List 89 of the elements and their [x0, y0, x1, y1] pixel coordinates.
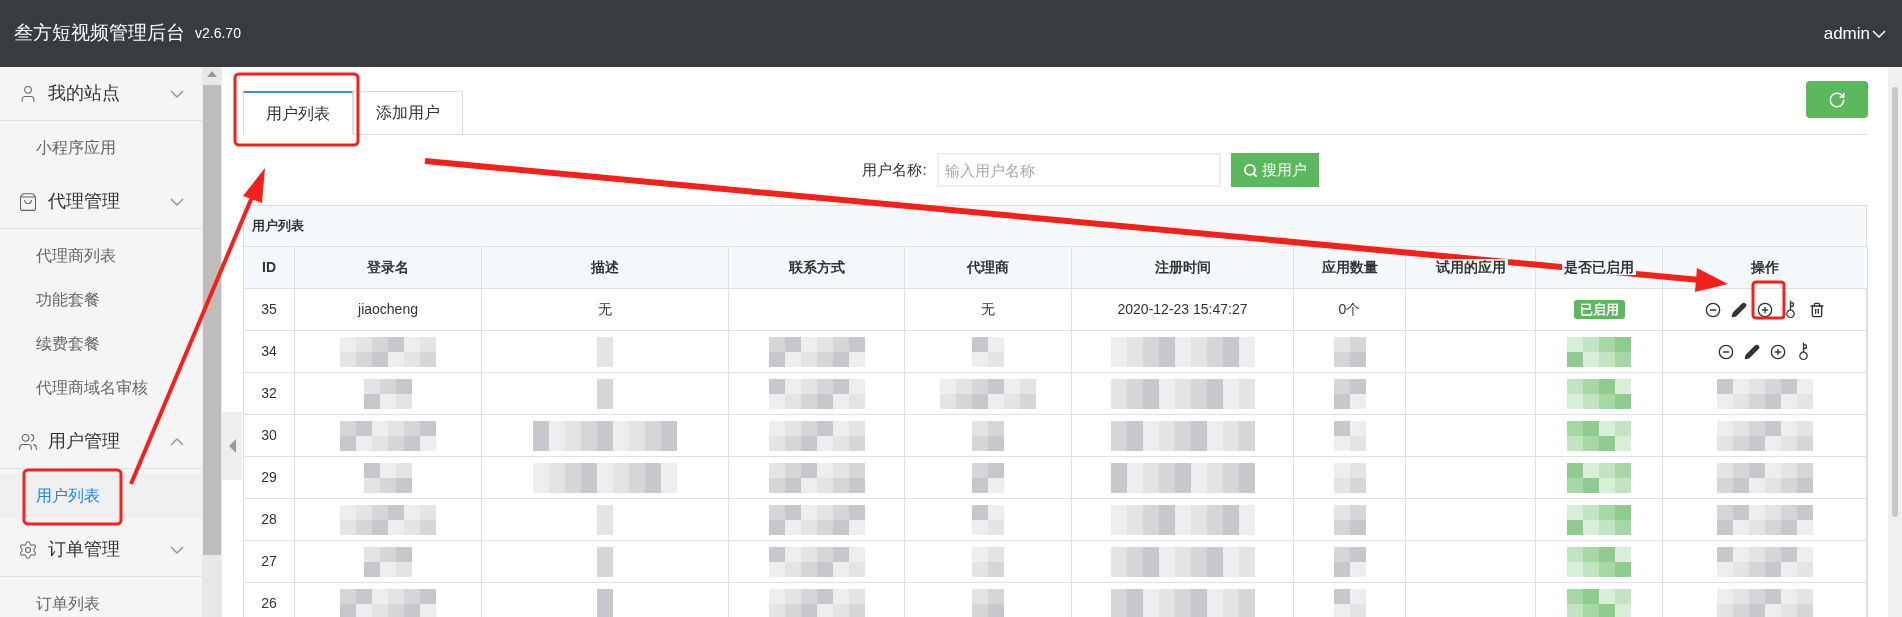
plus-circle-icon[interactable] [1770, 343, 1786, 360]
pixelated-text [597, 378, 613, 409]
column-header: 操作 [1749, 259, 1781, 275]
table-cell: 28 [243, 498, 295, 541]
pixelated-text [597, 546, 613, 577]
pencil-icon[interactable] [1731, 301, 1747, 318]
chevron-down-icon [1872, 29, 1886, 38]
column-header: 注册时间 [1152, 259, 1213, 275]
search-label: 用户名称: [862, 159, 927, 180]
search-icon [1242, 162, 1258, 178]
column-header: ID [260, 259, 278, 275]
tab[interactable]: 添加用户 [353, 91, 463, 135]
pixelated-text [1333, 462, 1366, 493]
pixelated-text [1567, 420, 1631, 451]
table-cell: 无 [904, 288, 1072, 331]
sidebar-item[interactable]: 小程序应用 [0, 126, 202, 170]
pixelated-text [1567, 504, 1631, 535]
column-header: 应用数量 [1319, 259, 1380, 275]
pixelated-text [1333, 420, 1366, 451]
table-cell: 29 [243, 456, 295, 499]
table-cell: 30 [243, 414, 295, 457]
pixelated-text [972, 504, 1004, 535]
minus-circle-icon[interactable] [1718, 343, 1734, 360]
table-cell: 0个 [1293, 288, 1406, 331]
pixelated-text [1567, 588, 1631, 617]
trash-icon[interactable] [1809, 301, 1825, 318]
table-cell: 32 [243, 372, 295, 415]
pixelated-text [1567, 462, 1631, 493]
group-label: 用户管理 [48, 430, 120, 453]
group-label: 代理管理 [48, 190, 120, 213]
pixelated-text [972, 336, 1004, 367]
group-icon [18, 539, 38, 560]
pixelated-text [1333, 504, 1366, 535]
pixelated-text [597, 588, 613, 617]
pixelated-text [597, 504, 613, 535]
panel-title: 用户列表 [244, 206, 1866, 246]
table-cell: 35 [243, 288, 295, 331]
sidebar-item[interactable]: 代理商列表 [0, 234, 202, 278]
pixelated-text [364, 378, 412, 409]
pixelated-text [1567, 378, 1631, 409]
group-icon [18, 431, 38, 452]
table-cell: 34 [243, 330, 295, 373]
refresh-icon [1828, 90, 1846, 109]
column-header: 联系方式 [786, 259, 847, 275]
pixelated-text [972, 420, 1004, 451]
pixelated-text [1333, 546, 1366, 577]
sidebar-item[interactable]: 订单列表 [0, 582, 202, 617]
pencil-icon[interactable] [1744, 343, 1760, 360]
annotation-box [1751, 280, 1786, 320]
pixelated-text [1567, 546, 1631, 577]
tab[interactable]: 用户列表 [243, 91, 353, 135]
column-header: 代理商 [965, 259, 1011, 275]
group-icon [18, 191, 38, 212]
table-cell: 2020-12-23 15:47:27 [1071, 288, 1294, 331]
user-menu[interactable]: admin [1823, 20, 1886, 47]
group-label: 订单管理 [48, 538, 120, 561]
sidebar-item[interactable]: 代理商域名审核 [0, 366, 202, 410]
pixelated-text [597, 336, 613, 367]
pixelated-text [972, 462, 1004, 493]
pixelated-text [364, 546, 412, 577]
column-header: 试用的应用 [1433, 259, 1508, 275]
pixelated-text [972, 546, 1004, 577]
chevron-down-icon [170, 89, 184, 98]
pixelated-text [1333, 378, 1366, 409]
pixelated-text [1567, 336, 1631, 367]
column-header: 描述 [589, 259, 621, 275]
collapse-handle[interactable] [222, 412, 242, 480]
table-cell: 27 [243, 540, 295, 583]
status-badge: 已启用 [1573, 300, 1625, 319]
pixelated-text [364, 462, 412, 493]
pixelated-text [972, 588, 1004, 617]
column-header: 是否已启用 [1562, 259, 1636, 275]
app-title: 叁方短视频管理后台 [14, 21, 185, 46]
plus-circle-icon[interactable] [1757, 301, 1773, 318]
chevron-down-icon [170, 197, 184, 206]
chevron-down-icon [170, 545, 184, 554]
sidebar-item[interactable]: 用户列表 [0, 474, 202, 518]
search-field[interactable]: 输入用户名称 [936, 153, 1221, 187]
table-cell: 无 [481, 288, 729, 331]
pixelated-text [1333, 336, 1366, 367]
group-label: 我的站点 [48, 82, 120, 105]
chevron-up-icon [170, 437, 184, 446]
sidebar-item[interactable]: 续费套餐 [0, 322, 202, 366]
minus-circle-icon[interactable] [1705, 301, 1721, 318]
version-label: v2.6.70 [195, 24, 241, 43]
table-cell: jiaocheng [294, 288, 482, 331]
sidebar-item[interactable]: 功能套餐 [0, 278, 202, 322]
table-cell: 26 [243, 582, 295, 617]
pixelated-text [1333, 588, 1366, 617]
